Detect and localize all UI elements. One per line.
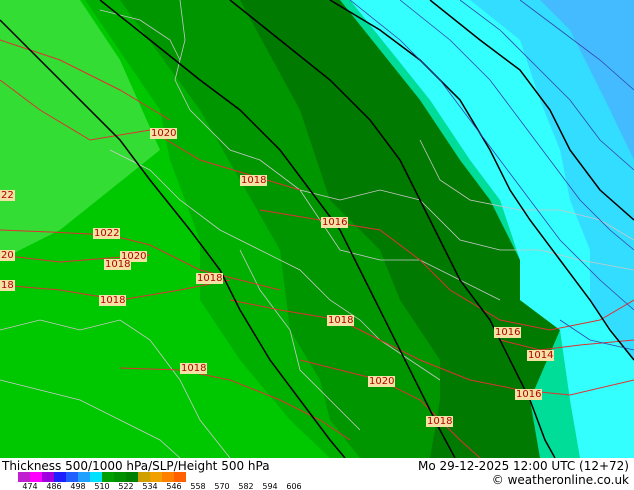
colorbar-swatch: [162, 472, 174, 482]
credit-link[interactable]: © weatheronline.co.uk: [492, 473, 629, 487]
valid-time: Mo 29-12-2025 12:00 UTC (12+72): [417, 459, 629, 473]
pressure-label: 1022: [93, 228, 121, 239]
pressure-label: 1014: [527, 350, 555, 361]
colorbar-tick-label: 594: [262, 482, 278, 490]
colorbar-swatch: [42, 472, 54, 482]
colorbar-swatch: [102, 472, 114, 482]
colorbar-tick-label: 510: [94, 482, 110, 490]
pressure-label: 1018: [180, 363, 208, 374]
colorbar-swatch: [126, 472, 138, 482]
pressure-label: 1018: [196, 273, 224, 284]
colorbar-tick-label: 582: [238, 482, 254, 490]
colorbar-swatch: [78, 472, 90, 482]
pressure-label: 1016: [321, 217, 349, 228]
pressure-label: 1018: [240, 175, 268, 186]
pressure-label: 1016: [494, 327, 522, 338]
pressure-label: 18: [0, 280, 15, 291]
map-title: Thickness 500/1000 hPa/SLP/Height 500 hP…: [2, 459, 270, 473]
colorbar-swatch: [114, 472, 126, 482]
colorbar-tick-label: 474: [22, 482, 38, 490]
pressure-label: 1018: [104, 259, 132, 270]
pressure-label: 20: [0, 250, 15, 261]
pressure-label: 1020: [150, 128, 178, 139]
colorbar-swatch: [66, 472, 78, 482]
thickness-colorbar: [18, 472, 186, 482]
colorbar-tick-label: 498: [70, 482, 86, 490]
pressure-label: 22: [0, 190, 15, 201]
colorbar-tick-label: 546: [166, 482, 182, 490]
colorbar-swatch: [30, 472, 42, 482]
colorbar-tick-label: 558: [190, 482, 206, 490]
colorbar-tick-label: 486: [46, 482, 62, 490]
colorbar-swatch: [138, 472, 150, 482]
pressure-label: 1016: [515, 389, 543, 400]
colorbar-swatch: [174, 472, 186, 482]
colorbar-tick-label: 570: [214, 482, 230, 490]
colorbar-swatch: [18, 472, 30, 482]
colorbar-swatch: [90, 472, 102, 482]
pressure-label: 1020: [368, 376, 396, 387]
colorbar-tick-label: 522: [118, 482, 134, 490]
colorbar-tick-label: 606: [286, 482, 302, 490]
pressure-label: 1018: [426, 416, 454, 427]
colorbar-swatch: [54, 472, 66, 482]
pressure-label: 1018: [327, 315, 355, 326]
map-footer: Thickness 500/1000 hPa/SLP/Height 500 hP…: [0, 458, 634, 490]
colorbar-ticks: 474 486 498 510 522 534 546 558 570 582 594 606: [18, 482, 318, 490]
colorbar-swatch: [150, 472, 162, 482]
colorbar-tick-label: 534: [142, 482, 158, 490]
pressure-label: 1018: [99, 295, 127, 306]
weather-map-view: 1020 1018 1016 1022 1020 1018 1018 1018 …: [0, 0, 634, 490]
